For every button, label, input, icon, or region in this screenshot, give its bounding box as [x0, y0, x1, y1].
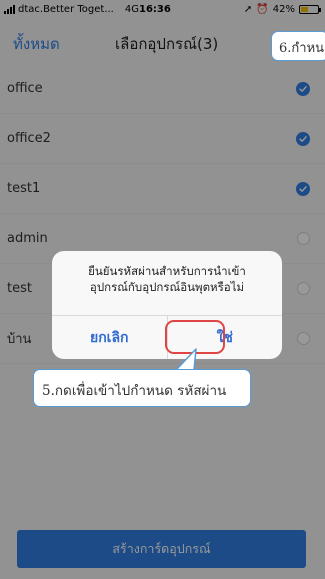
callout-pointer — [175, 348, 197, 371]
step5-callout: 5.กดเพื่อเข้าไปกำหนด รหัสผ่าน — [33, 369, 251, 407]
